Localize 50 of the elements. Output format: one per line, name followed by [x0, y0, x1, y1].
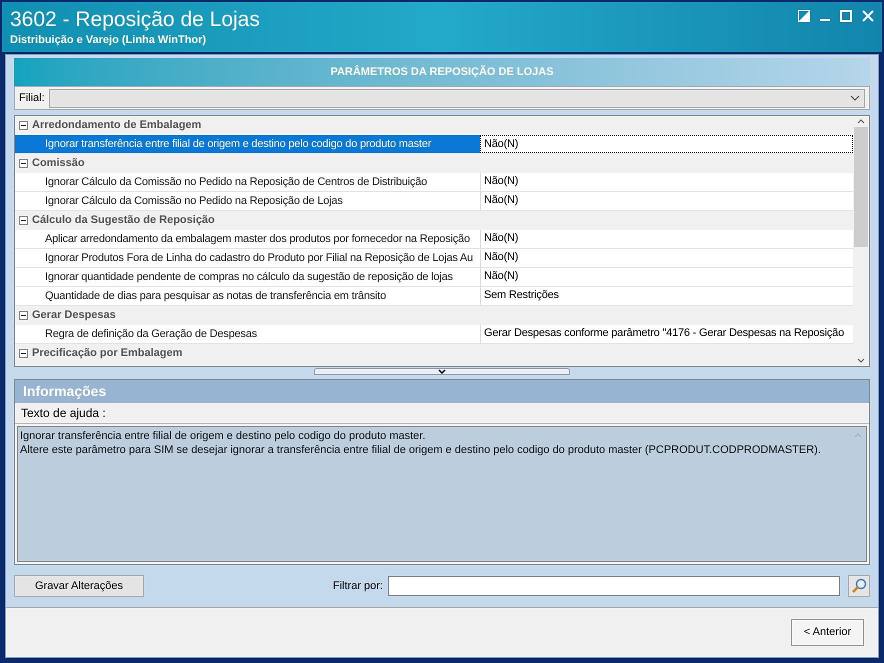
- back-button[interactable]: < Anterior: [791, 619, 864, 646]
- splitter-handle[interactable]: [314, 368, 570, 375]
- chevron-down-icon: [438, 369, 446, 374]
- collapse-icon[interactable]: [19, 216, 28, 225]
- window-title: 3602 - Reposição de Lojas: [10, 8, 260, 32]
- chevron-down-icon: [850, 95, 860, 101]
- collapse-icon[interactable]: [19, 121, 28, 130]
- parameter-label: Quantidade de dias para pesquisar as notas de transferência em trânsito: [44, 289, 388, 304]
- scroll-up-icon[interactable]: [857, 119, 865, 124]
- parameter-label: Ignorar quantidade pendente de compras no cálculo da sugestão de reposição de lojas: [44, 270, 454, 285]
- parameter-row[interactable]: Regra de definição da Geração de Despesas Gerar Despesas conforme parâmetro "4176 - Gerar Despesas na Reposição: [15, 325, 853, 344]
- parameter-row[interactable]: Ignorar Cálculo da Comissão no Pedido na Reposição de Lojas Não(N): [15, 192, 853, 211]
- scrollbar[interactable]: [853, 116, 869, 366]
- group-header: Comissão: [32, 156, 85, 172]
- close-icon[interactable]: [862, 10, 874, 22]
- parameter-row[interactable]: Ignorar Cálculo da Comissão no Pedido na Reposição de Centros de Distribuição Não(N): [15, 173, 853, 192]
- save-button[interactable]: Gravar Alterações: [14, 575, 144, 597]
- parameter-row[interactable]: Aplicar arredondamento da embalagem master dos produtos por fornecedor na Reposição Não(N): [15, 230, 853, 249]
- maximize-icon[interactable]: [840, 10, 852, 22]
- parameter-label: Ignorar Produtos Fora de Linha do cadastro do Produto por Filial na Reposição de Lojas Au: [44, 251, 474, 266]
- parameter-row[interactable]: Ignorar quantidade pendente de compras no cálculo da sugestão de reposição de lojas Não(N): [15, 268, 853, 287]
- filter-input[interactable]: [388, 576, 840, 596]
- help-label: Texto de ajuda :: [15, 403, 869, 424]
- parameter-label: Regra de definição da Geração de Despesas: [44, 327, 258, 342]
- group-header: Cálculo da Sugestão de Reposição: [32, 213, 215, 228]
- parameter-label: Ignorar Cálculo da Comissão no Pedido na Reposição de Lojas: [44, 194, 344, 209]
- filial-label: Filial:: [19, 90, 45, 106]
- info-title: Informações: [15, 380, 869, 403]
- parameter-label: Ignorar Cálculo da Comissão no Pedido na Reposição de Centros de Distribuição: [44, 175, 428, 190]
- parameter-row[interactable]: Ignorar Produtos Fora de Linha do cadastro do Produto por Filial na Reposição de Lojas Au Não(N): [15, 249, 853, 268]
- group-header: Arredondamento de Embalagem: [32, 118, 202, 134]
- collapse-icon[interactable]: [19, 159, 28, 168]
- group-header: Precificação por Embalagem: [32, 346, 182, 362]
- parameter-label: Aplicar arredondamento da embalagem master dos produtos por fornecedor na Reposição: [44, 232, 471, 247]
- scroll-down-icon[interactable]: [857, 358, 865, 363]
- parameter-row[interactable]: Quantidade de dias para pesquisar as notas de transferência em trânsito Sem Restrições: [15, 287, 853, 306]
- search-icon: [851, 578, 867, 594]
- scroll-thumb[interactable]: [854, 127, 868, 247]
- collapse-icon[interactable]: [19, 349, 28, 358]
- window-subtitle: Distribuição e Varejo (Linha WinThor): [10, 33, 208, 48]
- help-text: Ignorar transferência entre filial de origem e destino pelo codigo do produto master. Altere este parâmetro para SIM se desejar ignorar a transferência entre filial de origem e destino pelo codigo do produto master (PCPRODUT.CODPRODMASTER).: [19, 429, 822, 458]
- search-button[interactable]: [848, 575, 870, 597]
- collapse-icon[interactable]: [19, 311, 28, 320]
- parameter-row[interactable]: Ignorar transferência entre filial de origem e destino pelo codigo do produto master Não(N): [15, 135, 853, 154]
- filter-label: Filtrar por:: [332, 578, 383, 594]
- parameter-label: Ignorar transferência entre filial de origem e destino pelo codigo do produto master: [15, 135, 480, 153]
- group-header: Gerar Despesas: [32, 308, 116, 324]
- panel-header: PARÂMETROS DA REPOSIÇÃO DE LOJAS: [14, 58, 870, 86]
- parameter-value[interactable]: Não(N): [480, 135, 853, 153]
- restore-icon[interactable]: [798, 10, 810, 22]
